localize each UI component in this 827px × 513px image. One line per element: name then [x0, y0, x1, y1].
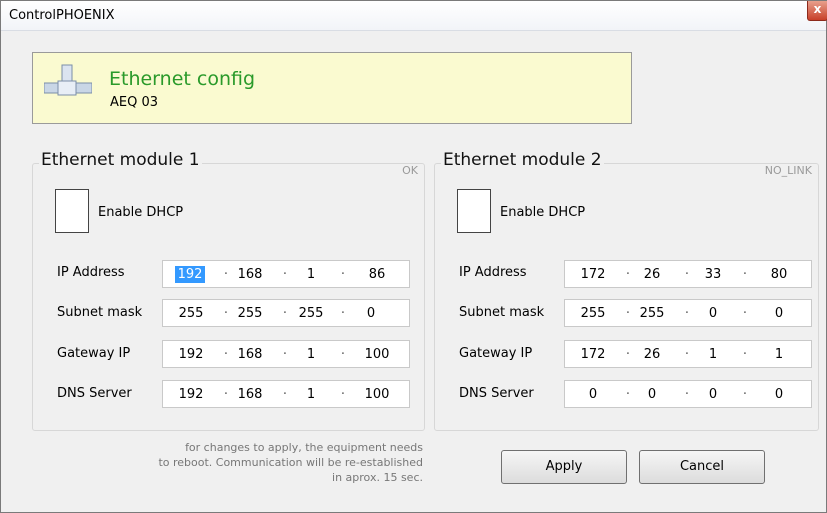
octet-separator: ·: [340, 387, 346, 402]
banner-subtitle: AEQ 03: [110, 95, 159, 110]
octet-separator: ·: [340, 347, 346, 362]
octet[interactable]: 86: [359, 266, 395, 283]
octet-separator: ·: [340, 267, 346, 282]
octet[interactable]: 100: [359, 346, 395, 363]
cancel-button[interactable]: Cancel: [639, 450, 765, 484]
octet-separator: ·: [282, 267, 288, 282]
octet[interactable]: 192: [175, 266, 205, 283]
note-line: for changes to apply, the equipment need…: [185, 441, 423, 454]
octet[interactable]: 0: [353, 305, 389, 322]
ip-address-input[interactable]: 192 · 168 · 1 · 86: [162, 260, 410, 288]
octet[interactable]: 80: [761, 266, 797, 283]
octet[interactable]: 255: [575, 305, 611, 322]
reboot-note: for changes to apply, the equipment need…: [101, 440, 423, 485]
octet-separator: ·: [742, 267, 748, 282]
dns-server-label: DNS Server: [459, 386, 534, 401]
octet[interactable]: 168: [232, 266, 268, 283]
octet-separator: ·: [625, 306, 631, 321]
apply-button[interactable]: Apply: [501, 450, 627, 484]
octet[interactable]: 0: [761, 305, 797, 322]
enable-dhcp-checkbox[interactable]: [457, 189, 491, 233]
gateway-ip-input[interactable]: 172 · 26 · 1 · 1: [564, 340, 812, 368]
octet[interactable]: 0: [695, 386, 731, 403]
octet-separator: ·: [223, 347, 229, 362]
octet-separator: ·: [282, 387, 288, 402]
octet-separator: ·: [684, 387, 690, 402]
dns-server-input[interactable]: 0 · 0 · 0 · 0: [564, 380, 812, 408]
octet[interactable]: 255: [232, 305, 268, 322]
octet-separator: ·: [684, 267, 690, 282]
banner-title: Ethernet config: [109, 68, 256, 90]
gateway-ip-label: Gateway IP: [459, 346, 533, 361]
octet[interactable]: 33: [695, 266, 731, 283]
octet-separator: ·: [340, 306, 346, 321]
octet[interactable]: 1: [293, 346, 329, 363]
octet[interactable]: 0: [575, 386, 611, 403]
octet[interactable]: 192: [173, 346, 209, 363]
octet[interactable]: 255: [293, 305, 329, 322]
octet-separator: ·: [625, 347, 631, 362]
header-banner: Ethernet config AEQ 03: [32, 52, 632, 124]
gateway-ip-label: Gateway IP: [57, 346, 131, 361]
octet[interactable]: 1: [761, 346, 797, 363]
enable-dhcp-label: Enable DHCP: [98, 205, 184, 220]
octet[interactable]: 255: [173, 305, 209, 322]
close-icon: x: [813, 2, 822, 16]
octet[interactable]: 1: [695, 346, 731, 363]
octet-separator: ·: [282, 347, 288, 362]
dialog-window: ControlPHOENIX x Ethernet config AEQ 03 …: [0, 0, 827, 513]
module-title: Ethernet module 2: [441, 150, 604, 170]
module-status: OK: [402, 164, 418, 177]
note-line: to reboot. Communication will be re-esta…: [158, 456, 423, 469]
ethernet-icon: [44, 64, 92, 96]
octet[interactable]: 0: [761, 386, 797, 403]
dns-server-label: DNS Server: [57, 386, 132, 401]
octet[interactable]: 172: [575, 266, 611, 283]
octet[interactable]: 26: [634, 266, 670, 283]
enable-dhcp-checkbox[interactable]: [55, 189, 89, 233]
close-button[interactable]: x: [807, 1, 827, 21]
ethernet-module-1: Ethernet module 1 OK Enable DHCP IP Addr…: [32, 150, 425, 431]
octet[interactable]: 0: [695, 305, 731, 322]
octet-separator: ·: [742, 387, 748, 402]
octet[interactable]: 1: [293, 266, 329, 283]
octet-separator: ·: [742, 347, 748, 362]
gateway-ip-input[interactable]: 192 · 168 · 1 · 100: [162, 340, 410, 368]
octet[interactable]: 172: [575, 346, 611, 363]
subnet-mask-label: Subnet mask: [57, 305, 143, 320]
subnet-mask-label: Subnet mask: [459, 305, 545, 320]
note-line: in aprox. 15 sec.: [332, 471, 423, 484]
ip-address-label: IP Address: [57, 265, 125, 280]
subnet-mask-input[interactable]: 255 · 255 · 255 · 0: [162, 299, 410, 327]
octet-separator: ·: [223, 306, 229, 321]
octet-separator: ·: [223, 387, 229, 402]
octet-separator: ·: [625, 387, 631, 402]
dns-server-input[interactable]: 192 · 168 · 1 · 100: [162, 380, 410, 408]
octet-separator: ·: [625, 267, 631, 282]
octet-separator: ·: [223, 267, 229, 282]
octet[interactable]: 192: [173, 386, 209, 403]
octet[interactable]: 0: [634, 386, 670, 403]
octet[interactable]: 168: [232, 386, 268, 403]
octet-separator: ·: [742, 306, 748, 321]
subnet-mask-input[interactable]: 255 · 255 · 0 · 0: [564, 299, 812, 327]
title-bar[interactable]: ControlPHOENIX x: [1, 1, 827, 31]
module-title: Ethernet module 1: [39, 150, 202, 170]
octet[interactable]: 26: [634, 346, 670, 363]
octet-separator: ·: [684, 306, 690, 321]
module-status: NO_LINK: [764, 164, 812, 177]
ethernet-module-2: Ethernet module 2 NO_LINK Enable DHCP IP…: [434, 150, 819, 431]
enable-dhcp-label: Enable DHCP: [500, 205, 586, 220]
window-title: ControlPHOENIX: [9, 8, 115, 23]
octet[interactable]: 255: [634, 305, 670, 322]
ip-address-input[interactable]: 172 · 26 · 33 · 80: [564, 260, 812, 288]
ip-address-label: IP Address: [459, 265, 527, 280]
octet[interactable]: 1: [293, 386, 329, 403]
octet[interactable]: 168: [232, 346, 268, 363]
octet-separator: ·: [684, 347, 690, 362]
octet[interactable]: 100: [359, 386, 395, 403]
octet-separator: ·: [282, 306, 288, 321]
